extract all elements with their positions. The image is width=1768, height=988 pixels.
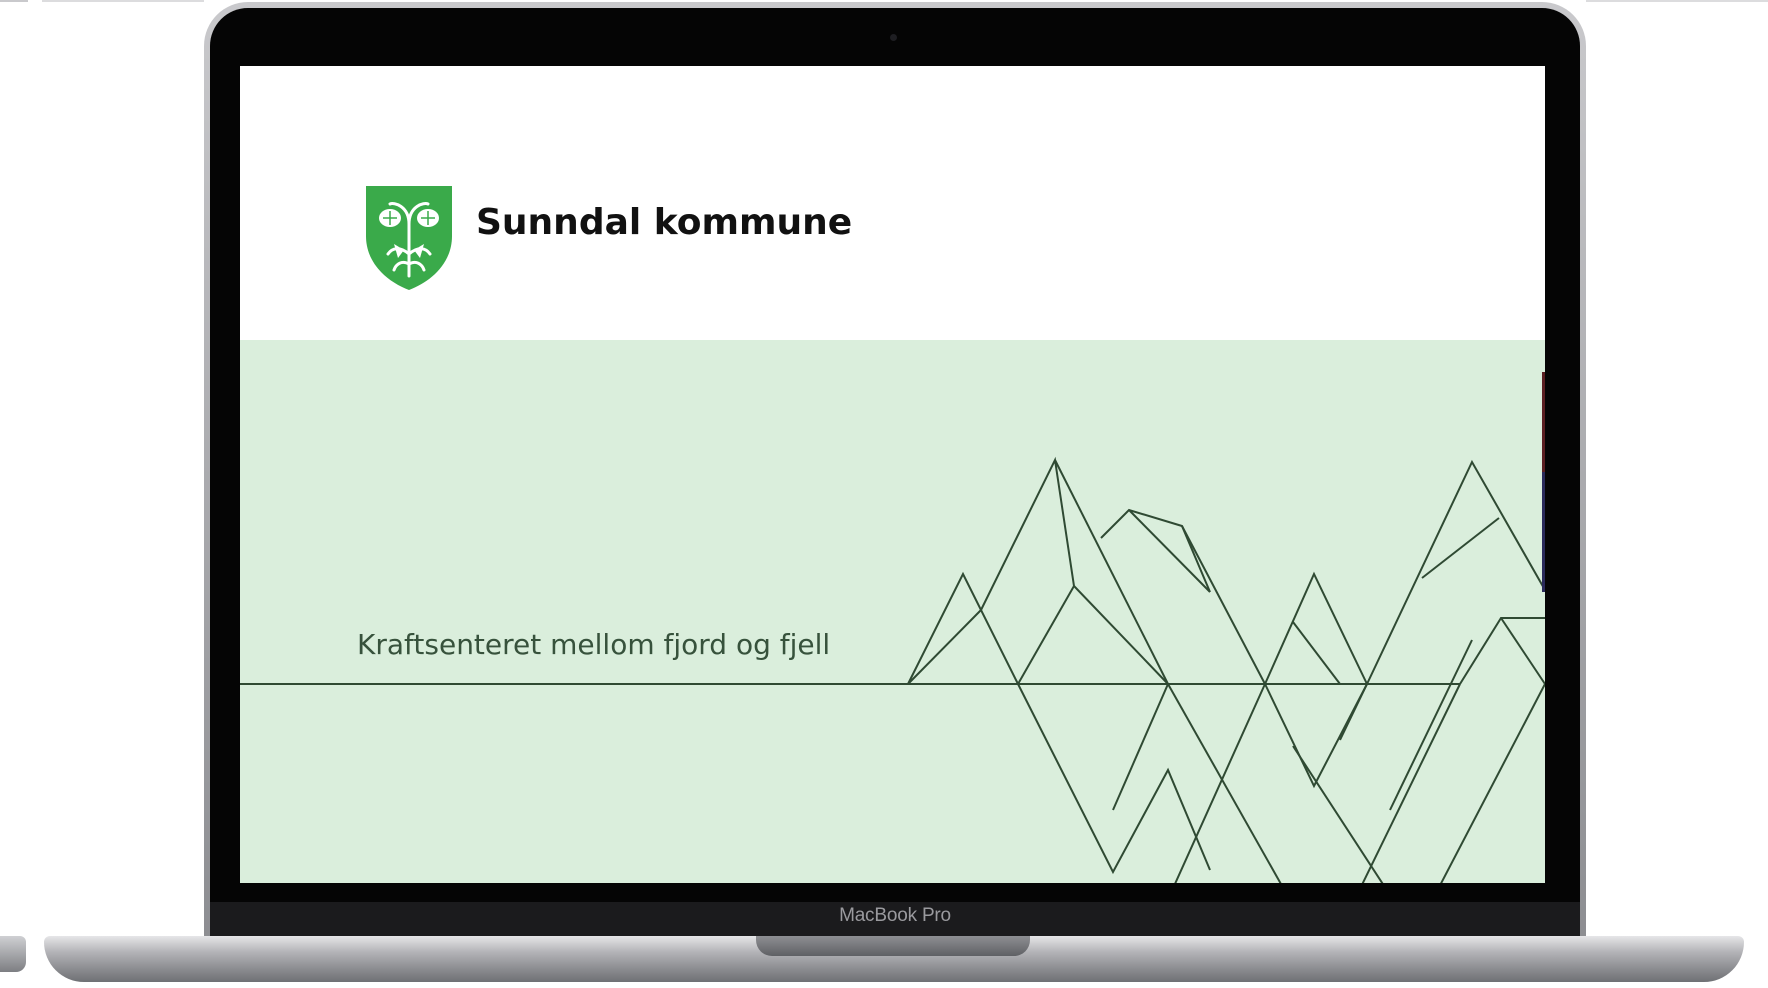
- frame-edge: [0, 0, 28, 2]
- edge-accent: [1542, 372, 1545, 472]
- hero-banner: Kraftsenteret mellom fjord og fjell: [240, 340, 1545, 883]
- frame-edge: [42, 0, 204, 2]
- frame-edge: [1586, 0, 1768, 2]
- hero-tagline: Kraftsenteret mellom fjord og fjell: [357, 628, 831, 661]
- edge-accent: [1542, 472, 1545, 592]
- camera-icon: [890, 34, 897, 41]
- laptop-notch: [756, 936, 1030, 956]
- mountain-line-art: [240, 456, 1545, 883]
- device-brand-label: MacBook Pro: [839, 905, 951, 926]
- site-header: Sunndal kommune: [240, 66, 1545, 340]
- website-screen: Sunndal kommune Kraftsenteret mellom fjo…: [240, 66, 1545, 883]
- site-title[interactable]: Sunndal kommune: [476, 202, 852, 243]
- adjacent-device-edge: [0, 936, 26, 972]
- laptop-mockup: Sunndal kommune Kraftsenteret mellom fjo…: [0, 0, 1768, 988]
- coat-of-arms-icon[interactable]: [364, 184, 454, 292]
